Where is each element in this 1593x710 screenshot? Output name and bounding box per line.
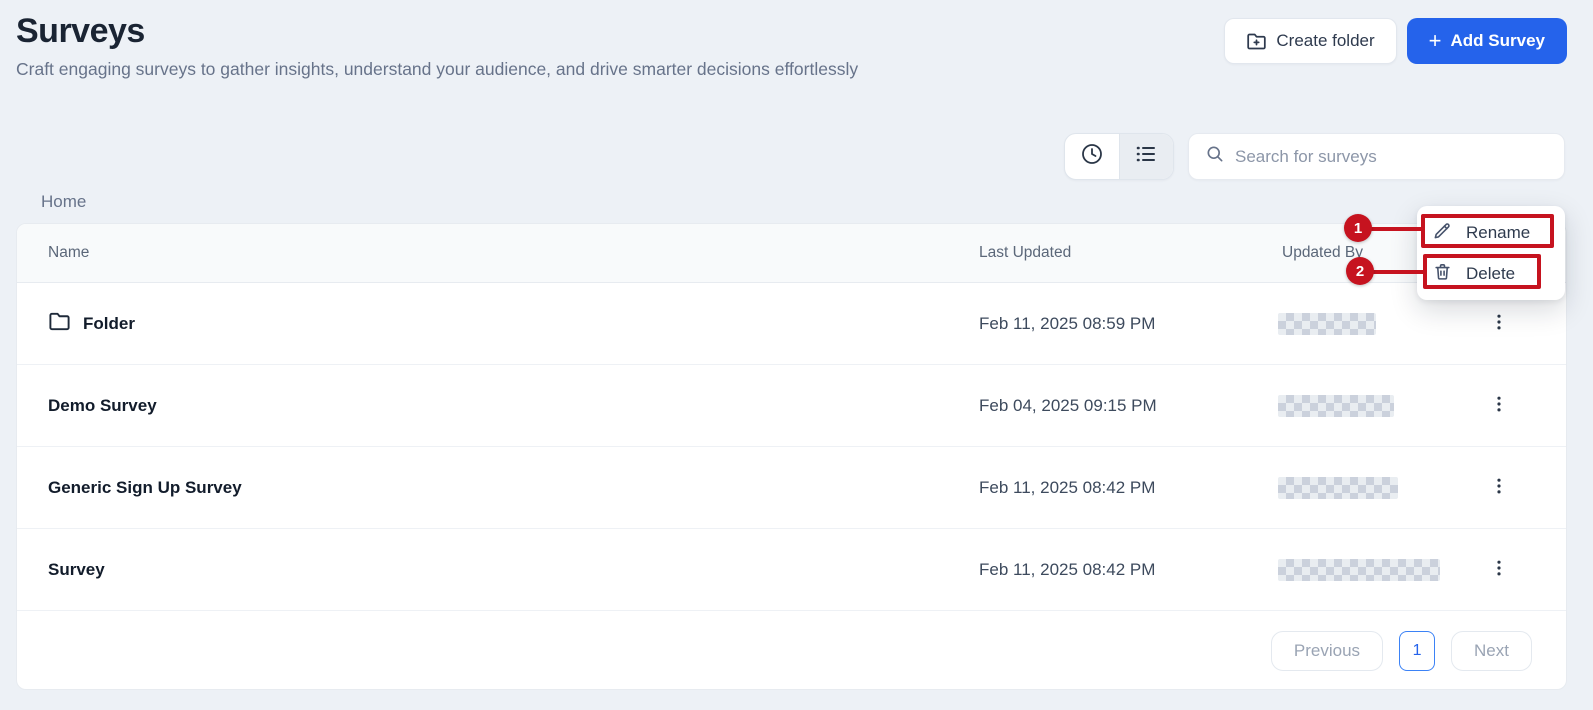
kebab-icon	[1489, 394, 1509, 417]
row-name-cell: Survey	[48, 560, 979, 580]
row-name-cell: Generic Sign Up Survey	[48, 478, 979, 498]
clock-icon	[1080, 142, 1104, 171]
row-context-menu: Rename Delete	[1417, 206, 1565, 300]
table-row-survey[interactable]: Survey Feb 11, 2025 08:42 PM	[17, 529, 1566, 611]
pencil-icon	[1433, 221, 1452, 245]
page-subtitle: Craft engaging surveys to gather insight…	[16, 59, 859, 79]
page-number-button[interactable]: 1	[1399, 630, 1436, 671]
kebab-icon	[1489, 312, 1509, 335]
menu-item-label: Delete	[1466, 263, 1516, 283]
previous-page-button[interactable]: Previous	[1270, 630, 1384, 671]
menu-item-delete[interactable]: Delete	[1417, 253, 1565, 294]
header-actions: Create folder + Add Survey	[1224, 18, 1567, 64]
updated-by-redacted	[1278, 312, 1376, 335]
table-row-folder[interactable]: Folder Feb 11, 2025 08:59 PM	[17, 283, 1566, 365]
table-row-demo-survey[interactable]: Demo Survey Feb 04, 2025 09:15 PM	[17, 365, 1566, 447]
page-title: Surveys	[16, 12, 145, 50]
row-actions-menu-button[interactable]	[1481, 388, 1517, 424]
row-name: Survey	[48, 559, 105, 579]
folder-plus-icon	[1246, 31, 1267, 52]
surveys-table: Name Last Updated Updated By Folder Feb …	[16, 223, 1567, 690]
menu-item-label: Rename	[1466, 222, 1531, 242]
column-header-name: Name	[48, 244, 90, 261]
row-name: Folder	[83, 313, 135, 333]
column-header-last-updated: Last Updated	[979, 244, 1072, 261]
updated-by-redacted	[1278, 476, 1398, 499]
search-icon	[1205, 144, 1225, 169]
breadcrumb-home[interactable]: Home	[41, 192, 86, 212]
row-name: Demo Survey	[48, 395, 157, 415]
add-survey-label: Add Survey	[1450, 31, 1545, 50]
row-name-cell: Demo Survey	[48, 396, 979, 416]
updated-by-redacted	[1278, 394, 1394, 417]
row-actions-menu-button[interactable]	[1481, 306, 1517, 342]
row-actions-menu-button[interactable]	[1481, 552, 1517, 588]
row-name-cell: Folder	[48, 310, 979, 338]
search-container	[1188, 133, 1565, 180]
recent-view-toggle[interactable]	[1065, 134, 1119, 179]
trash-icon	[1433, 262, 1452, 286]
add-survey-button[interactable]: + Add Survey	[1406, 18, 1567, 64]
row-last-updated: Feb 11, 2025 08:59 PM	[979, 313, 1156, 333]
row-last-updated: Feb 11, 2025 08:42 PM	[979, 477, 1156, 497]
menu-item-rename[interactable]: Rename	[1417, 212, 1565, 253]
updated-by-redacted	[1278, 558, 1440, 581]
table-header-row: Name Last Updated Updated By	[17, 224, 1566, 283]
row-name: Generic Sign Up Survey	[48, 477, 242, 497]
list-view-toggle[interactable]	[1118, 134, 1173, 179]
folder-icon	[48, 310, 71, 338]
create-folder-button[interactable]: Create folder	[1224, 18, 1397, 64]
create-folder-label: Create folder	[1276, 31, 1375, 50]
table-row-generic-sign-up-survey[interactable]: Generic Sign Up Survey Feb 11, 2025 08:4…	[17, 447, 1566, 529]
row-last-updated: Feb 04, 2025 09:15 PM	[979, 395, 1157, 415]
list-icon	[1134, 142, 1158, 171]
row-actions-menu-button[interactable]	[1481, 470, 1517, 506]
list-toolbar	[1064, 133, 1565, 180]
row-last-updated: Feb 11, 2025 08:42 PM	[979, 559, 1156, 579]
kebab-icon	[1489, 476, 1509, 499]
pagination: Previous 1 Next	[17, 611, 1566, 689]
page-header: Surveys Craft engaging surveys to gather…	[16, 12, 858, 80]
search-input[interactable]	[1235, 146, 1548, 167]
view-toggle-group	[1064, 133, 1174, 180]
next-page-button[interactable]: Next	[1451, 630, 1532, 671]
kebab-icon	[1489, 558, 1509, 581]
plus-icon: +	[1428, 28, 1442, 53]
